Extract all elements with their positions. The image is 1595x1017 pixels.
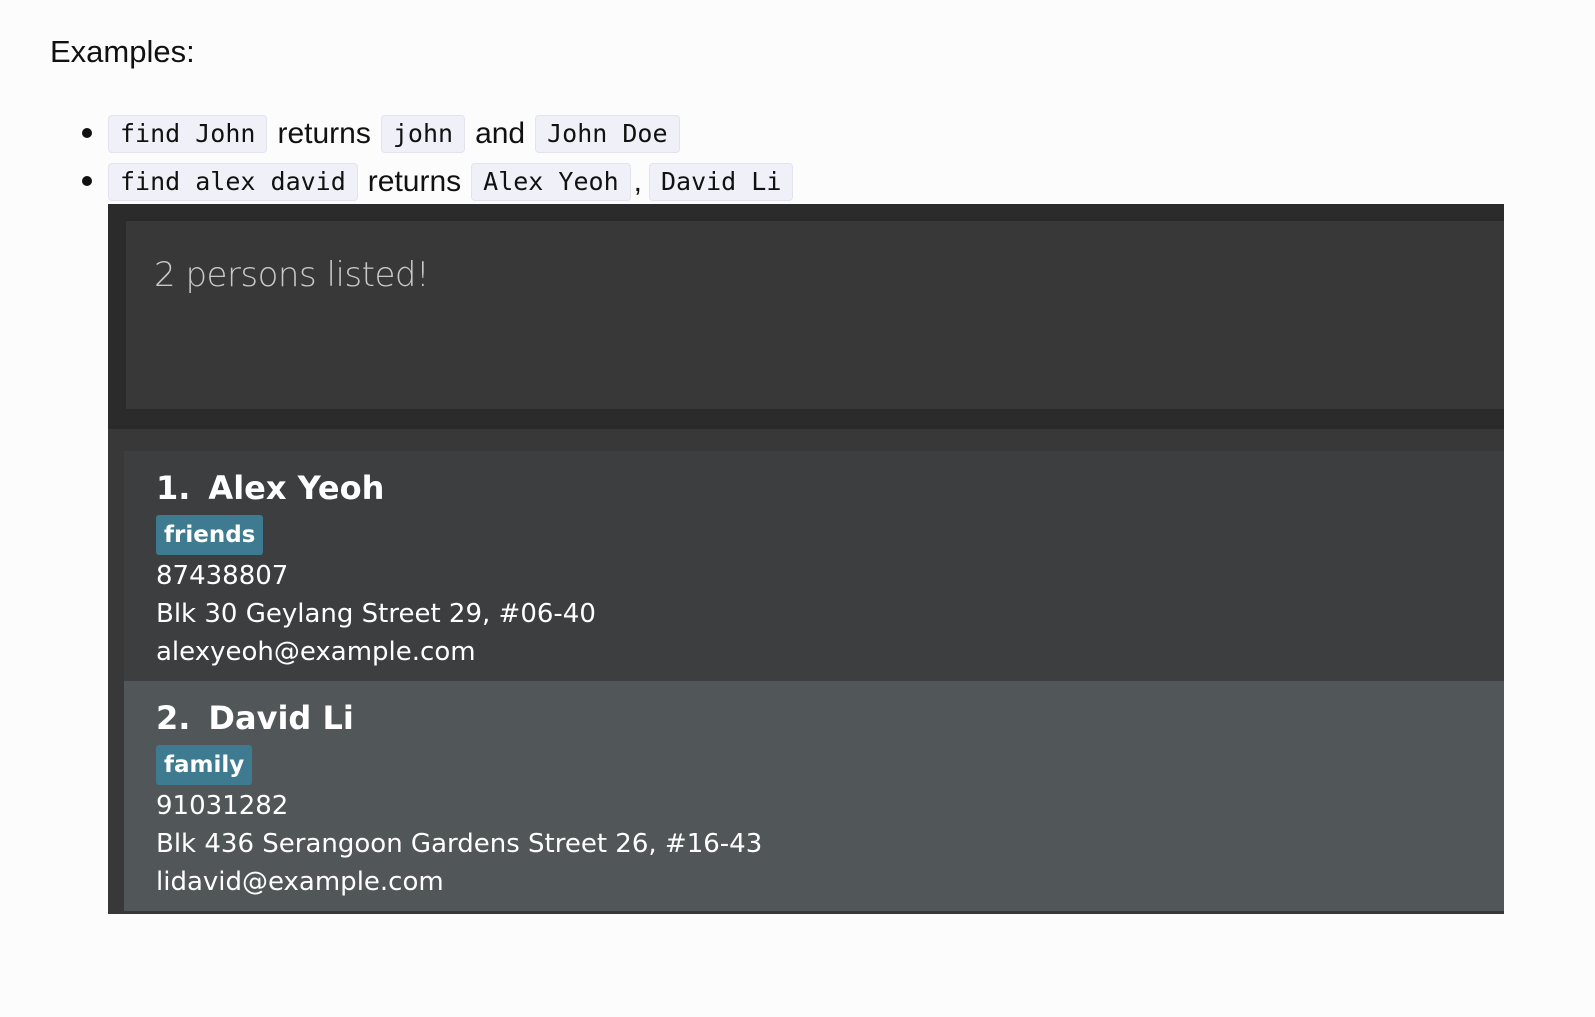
examples-list: find John returns john and John Doe find… xyxy=(82,110,794,206)
example-text: and xyxy=(475,117,526,150)
inline-code: John Doe xyxy=(535,115,680,153)
person-name: 2. David Li xyxy=(156,699,354,737)
person-address: Blk 436 Serangoon Gardens Street 26, #16… xyxy=(156,829,763,859)
person-name-text: David Li xyxy=(208,699,354,737)
inline-code: find John xyxy=(108,115,268,153)
person-email: alexyeoh@example.com xyxy=(156,637,476,667)
example-item-2: find alex david returns Alex Yeoh , Davi… xyxy=(82,158,794,206)
app-screenshot: 2 persons listed! 1. Alex Yeoh friends 8… xyxy=(108,204,1504,914)
person-index: 1. xyxy=(156,469,191,507)
person-address: Blk 30 Geylang Street 29, #06-40 xyxy=(156,599,596,629)
person-tag: family xyxy=(156,745,253,785)
person-index: 2. xyxy=(156,699,191,737)
result-message: 2 persons listed! xyxy=(154,255,430,295)
example-text: returns xyxy=(277,117,371,150)
person-name: 1. Alex Yeoh xyxy=(156,469,384,507)
inline-code: David Li xyxy=(648,163,794,201)
example-item-1: find John returns john and John Doe xyxy=(82,110,793,158)
example-text: returns xyxy=(367,165,462,198)
person-tag: friends xyxy=(156,515,264,555)
person-card[interactable]: 1. Alex Yeoh friends 87438807 Blk 30 Gey… xyxy=(124,451,1504,681)
bullet-icon xyxy=(82,128,92,138)
person-phone: 91031282 xyxy=(156,791,289,821)
bullet-icon xyxy=(82,176,92,186)
person-name-text: Alex Yeoh xyxy=(208,469,385,507)
example-separator: , xyxy=(633,165,642,198)
inline-code: Alex Yeoh xyxy=(471,163,631,201)
inline-code: find alex david xyxy=(108,163,358,201)
person-phone: 87438807 xyxy=(156,561,289,591)
person-card-selected[interactable]: 2. David Li family 91031282 Blk 436 Sera… xyxy=(124,681,1504,911)
result-display: 2 persons listed! xyxy=(124,219,1504,411)
examples-heading: Examples: xyxy=(50,34,195,69)
person-email: lidavid@example.com xyxy=(156,867,444,897)
person-list: 1. Alex Yeoh friends 87438807 Blk 30 Gey… xyxy=(108,426,1504,914)
inline-code: john xyxy=(380,115,466,153)
